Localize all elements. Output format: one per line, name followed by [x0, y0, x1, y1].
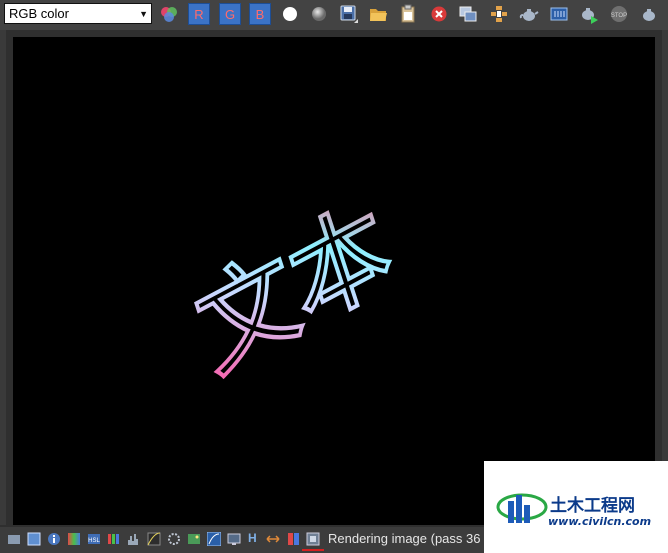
lut-icon[interactable] — [207, 532, 221, 546]
save-icon[interactable] — [338, 3, 360, 25]
clear-icon[interactable] — [428, 3, 450, 25]
white-alpha-icon[interactable] — [279, 3, 301, 25]
left-frame-edge — [0, 30, 6, 525]
clipboard-icon[interactable] — [397, 3, 419, 25]
svg-text:STOP: STOP — [611, 13, 627, 19]
svg-text:HSL: HSL — [88, 538, 100, 544]
hsl-icon[interactable]: HSL — [87, 532, 101, 546]
render-icon[interactable] — [578, 3, 600, 25]
fit-width-icon[interactable] — [266, 532, 280, 546]
color-channels-icon[interactable] — [158, 3, 180, 25]
watermark-logo: 土木工程网 www.civilcn.com — [484, 461, 668, 553]
red-channel-label: R — [194, 6, 204, 22]
logo-icon — [496, 493, 548, 523]
blue-channel-button[interactable]: B — [249, 3, 271, 25]
render-viewport[interactable]: 文本 — [13, 37, 655, 525]
stop-icon[interactable]: STOP — [608, 3, 630, 25]
pin-icon[interactable] — [7, 532, 21, 546]
render-status-text: Rendering image (pass 36 — [328, 531, 481, 546]
green-channel-button[interactable]: G — [219, 3, 241, 25]
watermark-url: www.civilcn.com — [548, 515, 652, 528]
rendered-image: 文本 — [181, 180, 407, 399]
h-button[interactable]: H — [248, 531, 262, 545]
histogram-icon[interactable] — [127, 532, 141, 546]
curves-icon[interactable] — [147, 532, 161, 546]
rendered-text: 文本 — [183, 182, 405, 397]
blue-channel-label: B — [255, 6, 265, 22]
color-balance-icon[interactable] — [67, 532, 81, 546]
image-icon[interactable] — [187, 532, 201, 546]
teapot-options-icon[interactable] — [638, 3, 660, 25]
chevron-down-icon[interactable]: ▼ — [139, 9, 148, 19]
red-channel-button[interactable]: R — [188, 3, 210, 25]
top-toolbar: RGB color ▼ R G B STOP — [0, 0, 668, 30]
display-icon[interactable] — [227, 532, 241, 546]
frame-buffer-icon[interactable] — [548, 3, 570, 25]
green-channel-label: G — [224, 6, 236, 22]
channel-select[interactable]: RGB color ▼ — [4, 3, 152, 24]
clone-window-icon[interactable] — [457, 3, 479, 25]
mono-icon[interactable] — [308, 3, 330, 25]
settings-icon[interactable] — [167, 532, 181, 546]
progress-marker — [302, 549, 324, 551]
watermark-title: 土木工程网 — [550, 496, 635, 516]
track-region-icon[interactable] — [27, 532, 41, 546]
color-bars-icon[interactable] — [107, 532, 121, 546]
info-icon[interactable] — [47, 532, 61, 546]
compare-icon[interactable] — [287, 532, 301, 546]
teapot-render-icon[interactable] — [518, 3, 540, 25]
region-icon[interactable] — [306, 532, 320, 546]
open-folder-icon[interactable] — [367, 3, 389, 25]
channel-select-value: RGB color — [9, 6, 69, 21]
region-select-icon[interactable] — [488, 3, 510, 25]
right-frame-edge — [662, 30, 668, 525]
